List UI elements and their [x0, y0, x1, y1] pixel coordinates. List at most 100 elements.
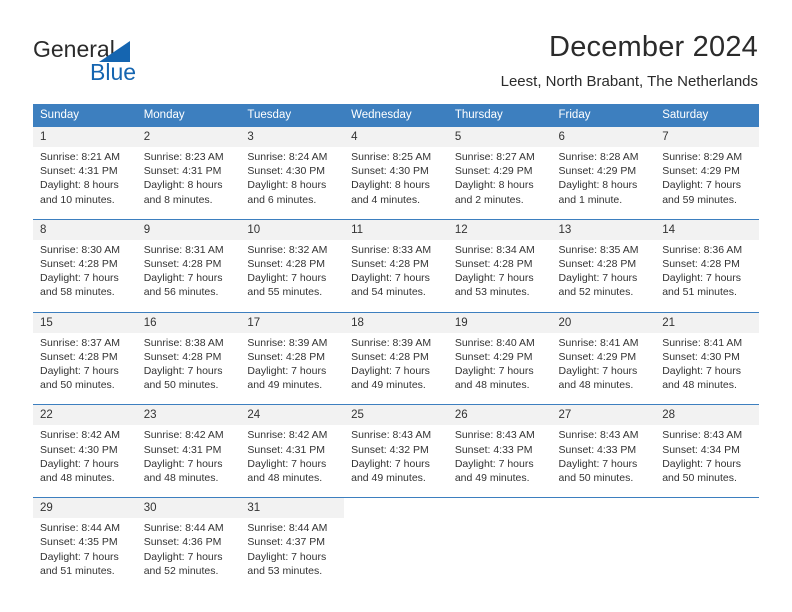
- daylight-text-line2: and 48 minutes.: [662, 379, 737, 392]
- day-cell[interactable]: Sunrise: 8:39 AM Sunset: 4:28 PM Dayligh…: [344, 332, 448, 405]
- day-number[interactable]: 27: [551, 404, 656, 426]
- day-number[interactable]: 31: [240, 497, 345, 519]
- day-cell[interactable]: Sunrise: 8:35 AM Sunset: 4:28 PM Dayligh…: [551, 239, 656, 313]
- general-blue-logo: General Blue: [33, 36, 233, 88]
- day-number[interactable]: 22: [33, 404, 137, 426]
- day-number[interactable]: 25: [344, 404, 448, 426]
- day-number[interactable]: 19: [447, 311, 552, 333]
- day-number[interactable]: 9: [136, 218, 241, 240]
- day-number[interactable]: 16: [136, 311, 241, 333]
- weekday-header-friday: Friday: [551, 104, 656, 127]
- daylight-text-line2: and 1 minute.: [558, 193, 623, 206]
- daylight-text-line1: Daylight: 7 hours: [662, 179, 742, 192]
- day-number[interactable]: 29: [33, 497, 137, 519]
- sunset-text: Sunset: 4:29 PM: [454, 165, 533, 178]
- day-cell[interactable]: Sunrise: 8:43 AM Sunset: 4:33 PM Dayligh…: [447, 425, 552, 498]
- daylight-text-line1: Daylight: 7 hours: [40, 272, 119, 285]
- day-number[interactable]: 23: [136, 404, 241, 426]
- day-number[interactable]: 13: [551, 218, 656, 240]
- day-number[interactable]: 5: [447, 127, 552, 147]
- day-number[interactable]: 11: [344, 218, 448, 240]
- sunset-text: Sunset: 4:28 PM: [247, 350, 326, 363]
- day-number[interactable]: 17: [240, 311, 345, 333]
- day-cell[interactable]: Sunrise: 8:43 AM Sunset: 4:34 PM Dayligh…: [655, 425, 759, 498]
- day-cell[interactable]: Sunrise: 8:21 AM Sunset: 4:31 PM Dayligh…: [33, 147, 137, 220]
- day-cell[interactable]: Sunrise: 8:38 AM Sunset: 4:28 PM Dayligh…: [136, 332, 241, 405]
- weekday-header-saturday: Saturday: [655, 104, 759, 127]
- day-cell[interactable]: Sunrise: 8:44 AM Sunset: 4:37 PM Dayligh…: [240, 518, 345, 591]
- day-number[interactable]: 21: [655, 311, 759, 333]
- sunrise-text: Sunrise: 8:27 AM: [454, 151, 535, 163]
- sunrise-text: Sunrise: 8:35 AM: [558, 243, 639, 256]
- day-number[interactable]: 2: [136, 127, 241, 147]
- daylight-text-line2: and 51 minutes.: [40, 564, 115, 577]
- day-cell[interactable]: Sunrise: 8:40 AM Sunset: 4:29 PM Dayligh…: [447, 332, 552, 405]
- day-cell[interactable]: Sunrise: 8:29 AM Sunset: 4:29 PM Dayligh…: [655, 147, 759, 220]
- sunset-text: Sunset: 4:31 PM: [247, 443, 326, 456]
- sunrise-text: Sunrise: 8:43 AM: [558, 429, 639, 442]
- day-number[interactable]: 12: [447, 218, 552, 240]
- day-cell[interactable]: Sunrise: 8:25 AM Sunset: 4:30 PM Dayligh…: [344, 147, 448, 220]
- day-cell[interactable]: Sunrise: 8:33 AM Sunset: 4:28 PM Dayligh…: [344, 239, 448, 313]
- day-cell[interactable]: Sunrise: 8:34 AM Sunset: 4:28 PM Dayligh…: [447, 239, 552, 313]
- sunrise-text: Sunrise: 8:29 AM: [662, 151, 743, 163]
- day-cell[interactable]: Sunrise: 8:44 AM Sunset: 4:36 PM Dayligh…: [136, 518, 241, 591]
- day-cell[interactable]: Sunrise: 8:42 AM Sunset: 4:31 PM Dayligh…: [136, 425, 241, 498]
- day-cell[interactable]: Sunrise: 8:42 AM Sunset: 4:31 PM Dayligh…: [240, 425, 345, 498]
- sunset-text: Sunset: 4:31 PM: [143, 165, 222, 178]
- daylight-text-line1: Daylight: 7 hours: [558, 457, 638, 470]
- day-number[interactable]: 10: [240, 218, 345, 240]
- daylight-text-line1: Daylight: 7 hours: [143, 457, 223, 470]
- day-cell-empty: [344, 518, 448, 591]
- daylight-text-line2: and 4 minutes.: [351, 193, 420, 206]
- sunset-text: Sunset: 4:29 PM: [558, 165, 637, 178]
- daylight-text-line1: Daylight: 7 hours: [351, 457, 430, 470]
- sunrise-text: Sunrise: 8:34 AM: [454, 243, 535, 256]
- week-details-row: Sunrise: 8:42 AM Sunset: 4:30 PM Dayligh…: [33, 425, 759, 498]
- day-number[interactable]: 8: [33, 218, 137, 240]
- day-cell[interactable]: Sunrise: 8:28 AM Sunset: 4:29 PM Dayligh…: [551, 147, 656, 220]
- day-cell[interactable]: Sunrise: 8:27 AM Sunset: 4:29 PM Dayligh…: [447, 147, 552, 220]
- day-cell[interactable]: Sunrise: 8:41 AM Sunset: 4:30 PM Dayligh…: [655, 332, 759, 405]
- day-cell[interactable]: Sunrise: 8:43 AM Sunset: 4:32 PM Dayligh…: [344, 425, 448, 498]
- day-cell[interactable]: Sunrise: 8:32 AM Sunset: 4:28 PM Dayligh…: [240, 239, 345, 313]
- day-cell[interactable]: Sunrise: 8:31 AM Sunset: 4:28 PM Dayligh…: [136, 239, 241, 313]
- day-number[interactable]: 3: [240, 127, 345, 147]
- day-cell[interactable]: Sunrise: 8:41 AM Sunset: 4:29 PM Dayligh…: [551, 332, 656, 405]
- daylight-text-line1: Daylight: 7 hours: [40, 365, 119, 378]
- sunset-text: Sunset: 4:28 PM: [247, 258, 326, 271]
- sunset-text: Sunset: 4:28 PM: [143, 258, 222, 271]
- day-cell[interactable]: Sunrise: 8:24 AM Sunset: 4:30 PM Dayligh…: [240, 147, 345, 220]
- sunset-text: Sunset: 4:30 PM: [351, 165, 429, 178]
- day-cell[interactable]: Sunrise: 8:42 AM Sunset: 4:30 PM Dayligh…: [33, 425, 137, 498]
- day-number[interactable]: 26: [447, 404, 552, 426]
- day-number[interactable]: 1: [33, 127, 137, 147]
- day-number[interactable]: 30: [136, 497, 241, 519]
- day-cell[interactable]: Sunrise: 8:36 AM Sunset: 4:28 PM Dayligh…: [655, 239, 759, 313]
- day-cell[interactable]: Sunrise: 8:30 AM Sunset: 4:28 PM Dayligh…: [33, 239, 137, 313]
- sunset-text: Sunset: 4:29 PM: [454, 350, 533, 363]
- sunset-text: Sunset: 4:29 PM: [558, 350, 637, 363]
- day-number[interactable]: 7: [655, 127, 759, 147]
- day-number[interactable]: 15: [33, 311, 137, 333]
- daylight-text-line2: and 59 minutes.: [662, 193, 737, 206]
- daylight-text-line2: and 2 minutes.: [454, 193, 524, 206]
- day-number[interactable]: 18: [344, 311, 448, 333]
- day-cell[interactable]: Sunrise: 8:23 AM Sunset: 4:31 PM Dayligh…: [136, 147, 241, 220]
- sunset-text: Sunset: 4:33 PM: [558, 443, 637, 456]
- weekday-header-thursday: Thursday: [447, 104, 552, 127]
- day-cell[interactable]: Sunrise: 8:39 AM Sunset: 4:28 PM Dayligh…: [240, 332, 345, 405]
- sunrise-text: Sunrise: 8:40 AM: [454, 336, 535, 349]
- day-number[interactable]: 6: [551, 127, 656, 147]
- day-number[interactable]: 14: [655, 218, 759, 240]
- daylight-text-line2: and 53 minutes.: [247, 564, 323, 577]
- day-number[interactable]: 28: [655, 404, 759, 426]
- day-cell[interactable]: Sunrise: 8:44 AM Sunset: 4:35 PM Dayligh…: [33, 518, 137, 591]
- daylight-text-line2: and 52 minutes.: [143, 564, 219, 577]
- day-number[interactable]: 20: [551, 311, 656, 333]
- daylight-text-line2: and 56 minutes.: [143, 286, 219, 299]
- day-number[interactable]: 24: [240, 404, 345, 426]
- day-cell[interactable]: Sunrise: 8:37 AM Sunset: 4:28 PM Dayligh…: [33, 332, 137, 405]
- day-cell[interactable]: Sunrise: 8:43 AM Sunset: 4:33 PM Dayligh…: [551, 425, 656, 498]
- day-number[interactable]: 4: [344, 127, 448, 147]
